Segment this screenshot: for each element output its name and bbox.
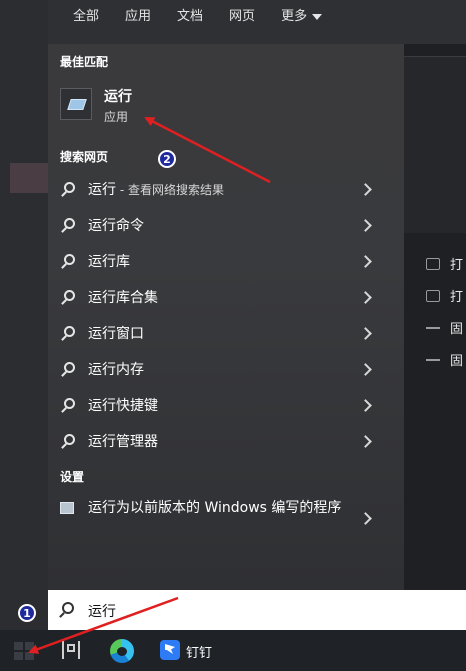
search-icon xyxy=(64,254,75,265)
open-icon xyxy=(426,257,440,270)
pin-icon xyxy=(426,326,440,329)
chevron-right-icon xyxy=(359,290,372,304)
settings-item-label: 运行为以前版本的 Windows 编写的程序 xyxy=(88,500,342,516)
preview-action-pin-start[interactable]: 固 xyxy=(426,318,463,337)
best-match-heading: 最佳匹配 xyxy=(60,55,109,69)
chevron-right-icon xyxy=(359,434,372,448)
start-icon[interactable] xyxy=(14,642,34,660)
preview-action-open-location[interactable]: 打 xyxy=(426,286,463,305)
web-result-item[interactable]: 运行管理器 xyxy=(48,423,404,459)
dingtalk-label[interactable]: 钉钉 xyxy=(186,642,212,661)
search-results-panel: 最佳匹配 运行 应用 搜索网页 运行 - 查看网络搜索结果 运行命令 运行库 运… xyxy=(48,44,404,590)
desktop-left-strip xyxy=(0,0,48,630)
chevron-right-icon xyxy=(359,512,372,525)
chevron-right-icon xyxy=(359,362,372,376)
search-icon xyxy=(64,362,75,373)
tab-more[interactable]: 更多 xyxy=(268,8,335,26)
web-search-heading: 搜索网页 xyxy=(60,150,109,164)
web-result-label: 运行管理器 xyxy=(88,434,158,450)
annotation-badge-1: 1 xyxy=(18,604,36,622)
web-result-item[interactable]: 运行命令 xyxy=(48,207,404,243)
web-result-label: 运行窗口 xyxy=(88,326,144,342)
search-icon xyxy=(64,398,75,409)
search-filter-bar: 全部 应用 文档 网页 更多 xyxy=(48,0,404,44)
chevron-right-icon xyxy=(359,218,372,232)
chevron-right-icon xyxy=(359,182,372,196)
run-app-icon xyxy=(60,88,92,120)
web-result-label: 运行命令 xyxy=(88,218,144,234)
tab-all[interactable]: 全部 xyxy=(48,8,112,26)
preview-action-open[interactable]: 打 xyxy=(426,254,463,273)
annotation-badge-2: 2 xyxy=(158,150,176,168)
web-result-sub: - 查看网络搜索结果 xyxy=(116,183,224,197)
web-result-item[interactable]: 运行库 xyxy=(48,243,404,279)
web-result-item[interactable]: 运行内存 xyxy=(48,351,404,387)
tab-documents[interactable]: 文档 xyxy=(164,8,216,26)
best-match-name: 运行 xyxy=(104,89,132,105)
web-result-item[interactable]: 运行库合集 xyxy=(48,279,404,315)
tab-web[interactable]: 网页 xyxy=(216,8,268,26)
folder-icon xyxy=(426,289,440,302)
tab-apps[interactable]: 应用 xyxy=(112,8,164,26)
taskbar: 钉钉 xyxy=(0,630,466,671)
search-input[interactable] xyxy=(86,598,450,624)
web-result-item[interactable]: 运行快捷键 xyxy=(48,387,404,423)
search-icon xyxy=(64,326,75,337)
search-icon xyxy=(64,290,75,301)
chevron-right-icon xyxy=(359,326,372,340)
web-result-label: 运行 xyxy=(88,182,116,198)
dingtalk-icon[interactable] xyxy=(160,640,180,660)
web-result-label: 运行库合集 xyxy=(88,290,158,306)
chevron-right-icon xyxy=(359,398,372,412)
web-result-label: 运行库 xyxy=(88,254,130,270)
settings-app-icon xyxy=(60,502,74,514)
task-view-icon[interactable] xyxy=(62,641,80,659)
web-result-label: 运行内存 xyxy=(88,362,144,378)
search-icon xyxy=(62,602,74,614)
search-icon xyxy=(64,434,75,445)
edge-browser-icon[interactable] xyxy=(110,639,134,663)
preview-top xyxy=(404,0,466,44)
web-result-label: 运行快捷键 xyxy=(88,398,158,414)
best-match-item[interactable]: 运行 应用 xyxy=(48,78,404,140)
preview-action-pin-taskbar[interactable]: 固 xyxy=(426,350,463,369)
search-box[interactable] xyxy=(48,590,466,630)
chevron-right-icon xyxy=(359,254,372,268)
preview-card xyxy=(404,56,466,233)
pin-icon xyxy=(426,358,440,361)
search-icon xyxy=(64,218,75,229)
web-result-item[interactable]: 运行 - 查看网络搜索结果 xyxy=(48,171,404,207)
desktop-highlight xyxy=(10,163,48,193)
web-result-item[interactable]: 运行窗口 xyxy=(48,315,404,351)
search-icon xyxy=(64,182,75,193)
settings-heading: 设置 xyxy=(60,470,85,484)
best-match-type: 应用 xyxy=(104,110,129,124)
settings-item-compatibility[interactable]: 运行为以前版本的 Windows 编写的程序 xyxy=(48,494,404,546)
